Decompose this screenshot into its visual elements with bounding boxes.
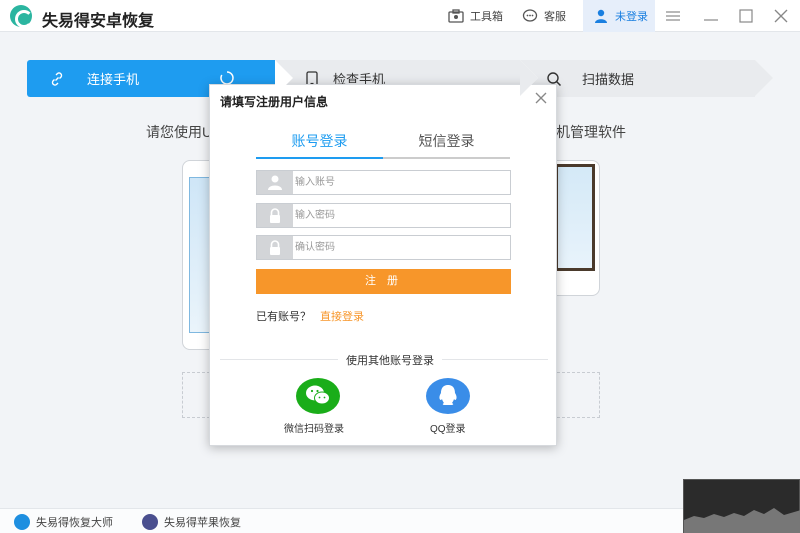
- password-field: [256, 203, 511, 228]
- toolbox-button[interactable]: 工具箱: [448, 0, 503, 32]
- chat-icon: [522, 9, 538, 22]
- register-button[interactable]: 注 册: [256, 269, 511, 294]
- qq-icon: [439, 385, 457, 405]
- phone-illustration-right: [555, 160, 600, 296]
- qq-login-button[interactable]: [426, 378, 470, 414]
- bottom-bar: 失易得恢复大师 失易得苹果恢复: [0, 508, 800, 533]
- close-icon[interactable]: [773, 8, 789, 24]
- thumbnail-preview: [683, 479, 800, 533]
- wechat-login-button[interactable]: [296, 378, 340, 414]
- service-label: 客服: [544, 11, 566, 23]
- step-separator: [275, 60, 293, 96]
- password-input[interactable]: [295, 204, 505, 227]
- step-label: 扫描数据: [582, 72, 635, 87]
- wechat-icon: [306, 385, 330, 405]
- menu-icon[interactable]: [665, 8, 681, 24]
- maximize-icon[interactable]: [738, 8, 754, 24]
- login-status-label: 未登录: [615, 11, 648, 23]
- login-tabs: 账号登录 短信登录: [256, 131, 510, 159]
- user-icon: [257, 171, 293, 194]
- dialog-title: 请填写注册用户信息: [220, 95, 329, 109]
- register-dialog: 请填写注册用户信息 账号登录 短信登录 输入账号 注 册 已有账号？ 直接登录 …: [209, 84, 557, 446]
- connect-hint-right: 机管理软件: [556, 124, 626, 140]
- account-field: [256, 170, 511, 195]
- title-bar: 失易得安卓恢复 工具箱 客服 未登录: [0, 0, 800, 32]
- tab-account-login[interactable]: 账号登录: [256, 131, 383, 159]
- lock-icon: [257, 204, 293, 227]
- other-login-label: 使用其他账号登录: [338, 352, 442, 368]
- recovery-master-icon: [14, 514, 30, 530]
- recovery-master-link[interactable]: 失易得恢复大师: [14, 514, 113, 530]
- apple-recovery-label: 失易得苹果恢复: [164, 517, 241, 529]
- minimize-icon[interactable]: [703, 8, 719, 24]
- lock-icon: [257, 236, 293, 259]
- recovery-master-label: 失易得恢复大师: [36, 517, 113, 529]
- tab-sms-login[interactable]: 短信登录: [383, 131, 510, 159]
- wechat-login-label: 微信扫码登录: [284, 424, 344, 435]
- login-status-button[interactable]: 未登录: [583, 0, 655, 32]
- confirm-password-input[interactable]: [295, 236, 505, 259]
- toolbox-icon: [448, 9, 464, 23]
- app-title: 失易得安卓恢复: [42, 13, 155, 30]
- step-label: 连接手机: [87, 72, 140, 87]
- app-logo-icon: [10, 5, 33, 28]
- have-account-text: 已有账号？: [256, 311, 311, 323]
- qq-login-label: QQ登录: [430, 424, 466, 435]
- apple-recovery-icon: [142, 514, 158, 530]
- confirm-password-field: [256, 235, 511, 260]
- direct-login-link[interactable]: 直接登录: [320, 308, 364, 324]
- service-button[interactable]: 客服: [522, 0, 566, 32]
- account-input[interactable]: [295, 171, 505, 194]
- toolbox-label: 工具箱: [470, 11, 503, 23]
- link-icon: [51, 71, 63, 86]
- user-icon: [595, 9, 607, 23]
- apple-recovery-link[interactable]: 失易得苹果恢复: [142, 514, 241, 530]
- connect-hint: 请您使用U: [146, 124, 213, 140]
